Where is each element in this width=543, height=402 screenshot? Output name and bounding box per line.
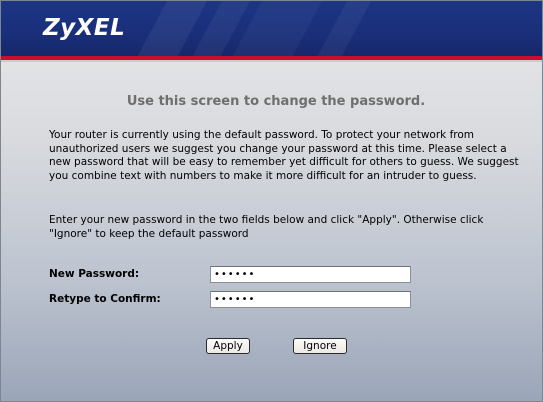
zyxel-logo: ZyXEL xyxy=(43,15,126,41)
ignore-button[interactable]: Ignore xyxy=(293,338,347,354)
header-banner: ZyXEL xyxy=(1,1,542,56)
banner-stripe xyxy=(309,1,377,56)
retype-password-label: Retype to Confirm: xyxy=(49,293,161,305)
apply-button[interactable]: Apply xyxy=(206,338,250,354)
intro-paragraph: Your router is currently using the defau… xyxy=(49,129,519,183)
new-password-label: New Password: xyxy=(49,268,140,280)
new-password-input[interactable]: •••••• xyxy=(210,266,411,283)
instruction-paragraph: Enter your new password in the two field… xyxy=(49,214,484,240)
retype-password-input[interactable]: •••••• xyxy=(210,291,411,308)
page-title: Use this screen to change the password. xyxy=(126,94,426,109)
header-divider-grey xyxy=(1,60,542,62)
password-change-window: ZyXEL Use this screen to change the pass… xyxy=(0,0,543,402)
